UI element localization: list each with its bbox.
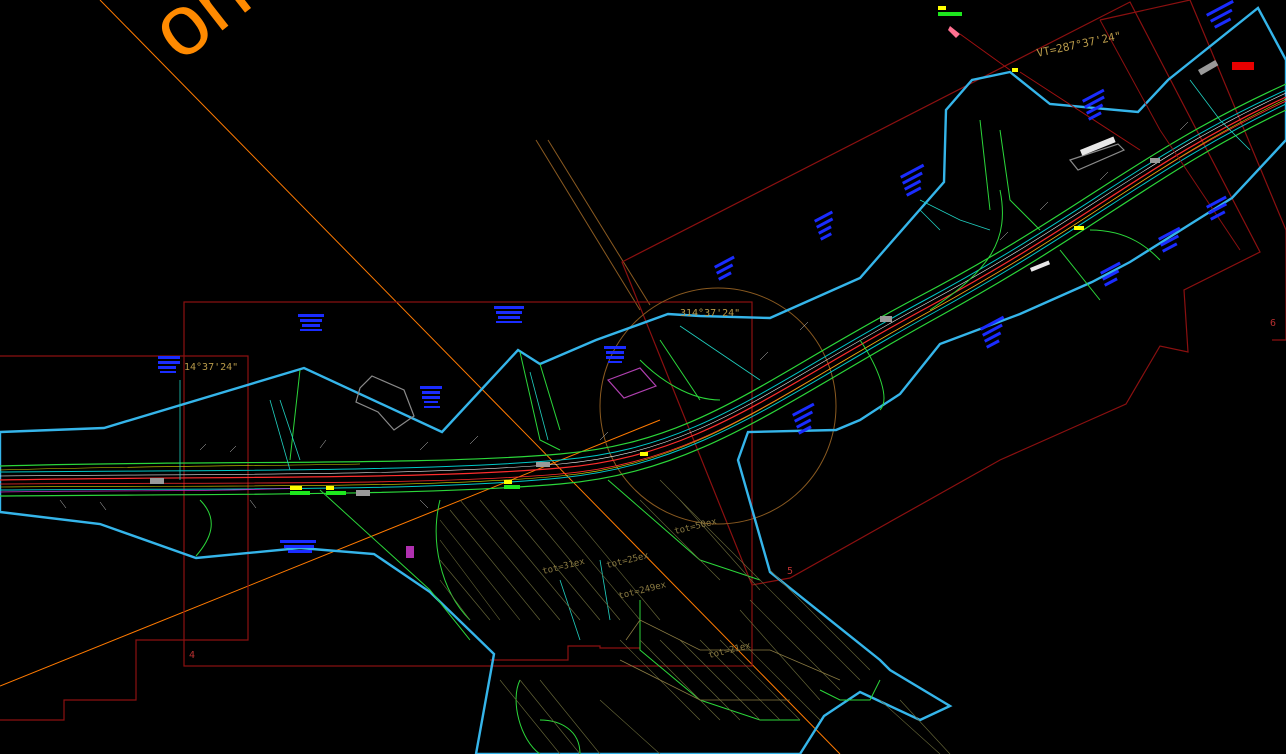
cad-drawing-canvas[interactable] <box>0 0 1286 754</box>
utility-line <box>0 103 1286 491</box>
road-edge-line <box>0 109 1286 497</box>
parking-outline <box>619 619 841 701</box>
building <box>355 375 415 431</box>
side-streets <box>195 119 1161 754</box>
angle-label-center: 314°37'24" <box>680 308 741 319</box>
intersection-circle <box>599 287 837 525</box>
road-edge-line <box>0 83 1286 467</box>
road-markers <box>150 6 1254 558</box>
sheet-number-4: 4 <box>189 650 196 661</box>
sheet-frame-bottom <box>490 645 640 661</box>
cad-viewport[interactable]: on VT=287°37'24" 314°37'24" 14°37'24" to… <box>0 0 1286 754</box>
sheet-number-6: 6 <box>1270 318 1277 329</box>
brown-guide-line <box>547 139 651 306</box>
orange-guide-line <box>99 0 841 754</box>
brown-guide-line <box>535 139 641 311</box>
building-magenta <box>606 367 658 399</box>
sheet-number-5: 5 <box>787 566 794 577</box>
road-centerline <box>0 96 1286 481</box>
building-outlines <box>355 143 1126 431</box>
sheet-frame-5 <box>621 1 1261 586</box>
angle-label-left: 14°37'24" <box>184 362 239 373</box>
side-streets-cyan <box>179 79 1251 641</box>
